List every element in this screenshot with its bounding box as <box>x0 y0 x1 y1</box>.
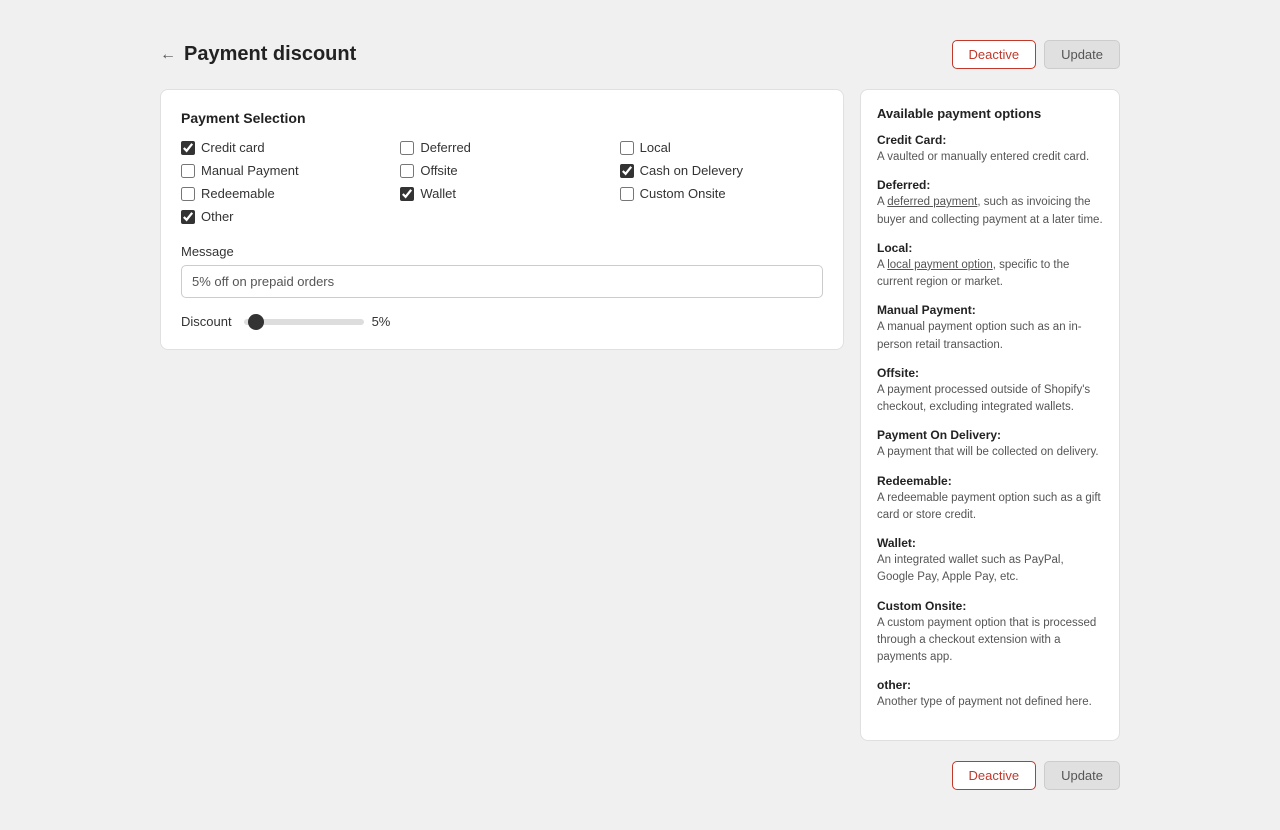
checkbox-other-input[interactable] <box>181 210 195 224</box>
checkbox-offsite-label: Offsite <box>420 163 457 178</box>
checkbox-manual-payment-input[interactable] <box>181 164 195 178</box>
checkbox-manual-payment[interactable]: Manual Payment <box>181 163 384 178</box>
payment-info-deferred-desc: A deferred payment, such as invoicing th… <box>877 194 1103 229</box>
slider-value: 5% <box>372 314 391 329</box>
checkbox-local-label: Local <box>640 140 671 155</box>
header-deactive-button[interactable]: Deactive <box>952 40 1037 69</box>
checkbox-custom-onsite-label: Custom Onsite <box>640 186 726 201</box>
payment-info-credit-card-name: Credit Card: <box>877 133 1103 147</box>
checkbox-redeemable-input[interactable] <box>181 187 195 201</box>
main-content: Payment Selection Credit card Deferred L… <box>160 89 1120 741</box>
payment-options-grid: Credit card Deferred Local Manual Paymen… <box>181 140 823 224</box>
payment-info-credit-card: Credit Card: A vaulted or manually enter… <box>877 133 1103 166</box>
payment-info-redeemable-desc: A redeemable payment option such as a gi… <box>877 490 1103 525</box>
payment-info-custom-onsite-desc: A custom payment option that is processe… <box>877 615 1103 667</box>
checkbox-cash-on-delivery-label: Cash on Delevery <box>640 163 743 178</box>
checkbox-cash-on-delivery[interactable]: Cash on Delevery <box>620 163 823 178</box>
checkbox-redeemable[interactable]: Redeemable <box>181 186 384 201</box>
discount-section: Discount 5% <box>181 314 823 329</box>
payment-info-local-desc: A local payment option, specific to the … <box>877 257 1103 292</box>
checkbox-custom-onsite-input[interactable] <box>620 187 634 201</box>
footer-deactive-button[interactable]: Deactive <box>952 761 1037 790</box>
payment-info-deferred-name: Deferred: <box>877 178 1103 192</box>
payment-info-redeemable: Redeemable: A redeemable payment option … <box>877 474 1103 525</box>
payment-info-manual: Manual Payment: A manual payment option … <box>877 303 1103 354</box>
slider-thumb[interactable] <box>248 314 264 330</box>
payment-info-pod-desc: A payment that will be collected on deli… <box>877 444 1103 461</box>
payment-info-custom-onsite: Custom Onsite: A custom payment option t… <box>877 599 1103 667</box>
content-area: ← Payment discount Deactive Update Payme… <box>160 40 1120 790</box>
page-title: Payment discount <box>184 43 356 66</box>
checkbox-deferred-input[interactable] <box>400 141 414 155</box>
message-label: Message <box>181 244 823 259</box>
back-arrow[interactable]: ← <box>160 46 176 64</box>
payment-info-custom-onsite-name: Custom Onsite: <box>877 599 1103 613</box>
checkbox-wallet-input[interactable] <box>400 187 414 201</box>
checkbox-wallet[interactable]: Wallet <box>400 186 603 201</box>
payment-info-redeemable-name: Redeemable: <box>877 474 1103 488</box>
local-link[interactable]: local payment option <box>887 259 992 271</box>
payment-info-offsite-desc: A payment processed outside of Shopify's… <box>877 382 1103 417</box>
checkbox-offsite[interactable]: Offsite <box>400 163 603 178</box>
page-header: ← Payment discount Deactive Update <box>160 40 1120 69</box>
payment-info-pod: Payment On Delivery: A payment that will… <box>877 428 1103 461</box>
payment-info-deferred: Deferred: A deferred payment, such as in… <box>877 178 1103 229</box>
checkbox-redeemable-label: Redeemable <box>201 186 275 201</box>
payment-info-offsite: Offsite: A payment processed outside of … <box>877 366 1103 417</box>
payment-selection-title: Payment Selection <box>181 110 823 126</box>
payment-info-local-name: Local: <box>877 241 1103 255</box>
slider-container: 5% <box>244 314 391 329</box>
slider-track <box>244 319 364 325</box>
checkbox-offsite-input[interactable] <box>400 164 414 178</box>
checkbox-local[interactable]: Local <box>620 140 823 155</box>
payment-info-credit-card-desc: A vaulted or manually entered credit car… <box>877 149 1103 166</box>
payment-info-other-name: other: <box>877 678 1103 692</box>
page-wrapper: ← Payment discount Deactive Update Payme… <box>0 0 1280 830</box>
deferred-link[interactable]: deferred payment <box>887 196 977 208</box>
checkbox-other[interactable]: Other <box>181 209 384 224</box>
discount-label: Discount <box>181 314 232 329</box>
checkbox-cash-on-delivery-input[interactable] <box>620 164 634 178</box>
footer-update-button[interactable]: Update <box>1044 761 1120 790</box>
checkbox-credit-card[interactable]: Credit card <box>181 140 384 155</box>
page-header-left: ← Payment discount <box>160 43 356 66</box>
header-update-button[interactable]: Update <box>1044 40 1120 69</box>
checkbox-credit-card-label: Credit card <box>201 140 265 155</box>
payment-info-manual-desc: A manual payment option such as an in-pe… <box>877 319 1103 354</box>
payment-info-wallet-name: Wallet: <box>877 536 1103 550</box>
payment-info-local: Local: A local payment option, specific … <box>877 241 1103 292</box>
message-section: Message <box>181 244 823 298</box>
header-buttons: Deactive Update <box>952 40 1121 69</box>
payment-info-pod-name: Payment On Delivery: <box>877 428 1103 442</box>
checkbox-deferred[interactable]: Deferred <box>400 140 603 155</box>
payment-info-wallet: Wallet: An integrated wallet such as Pay… <box>877 536 1103 587</box>
right-panel: Available payment options Credit Card: A… <box>860 89 1120 741</box>
message-input[interactable] <box>181 265 823 298</box>
checkbox-manual-payment-label: Manual Payment <box>201 163 299 178</box>
left-panel: Payment Selection Credit card Deferred L… <box>160 89 844 350</box>
payment-info-offsite-name: Offsite: <box>877 366 1103 380</box>
footer-buttons: Deactive Update <box>160 761 1120 790</box>
payment-info-other: other: Another type of payment not defin… <box>877 678 1103 711</box>
checkbox-custom-onsite[interactable]: Custom Onsite <box>620 186 823 201</box>
checkbox-other-label: Other <box>201 209 234 224</box>
payment-info-wallet-desc: An integrated wallet such as PayPal, Goo… <box>877 552 1103 587</box>
checkbox-deferred-label: Deferred <box>420 140 471 155</box>
right-section-title: Available payment options <box>877 106 1103 121</box>
payment-info-other-desc: Another type of payment not defined here… <box>877 694 1103 711</box>
checkbox-credit-card-input[interactable] <box>181 141 195 155</box>
checkbox-local-input[interactable] <box>620 141 634 155</box>
checkbox-wallet-label: Wallet <box>420 186 456 201</box>
payment-info-manual-name: Manual Payment: <box>877 303 1103 317</box>
